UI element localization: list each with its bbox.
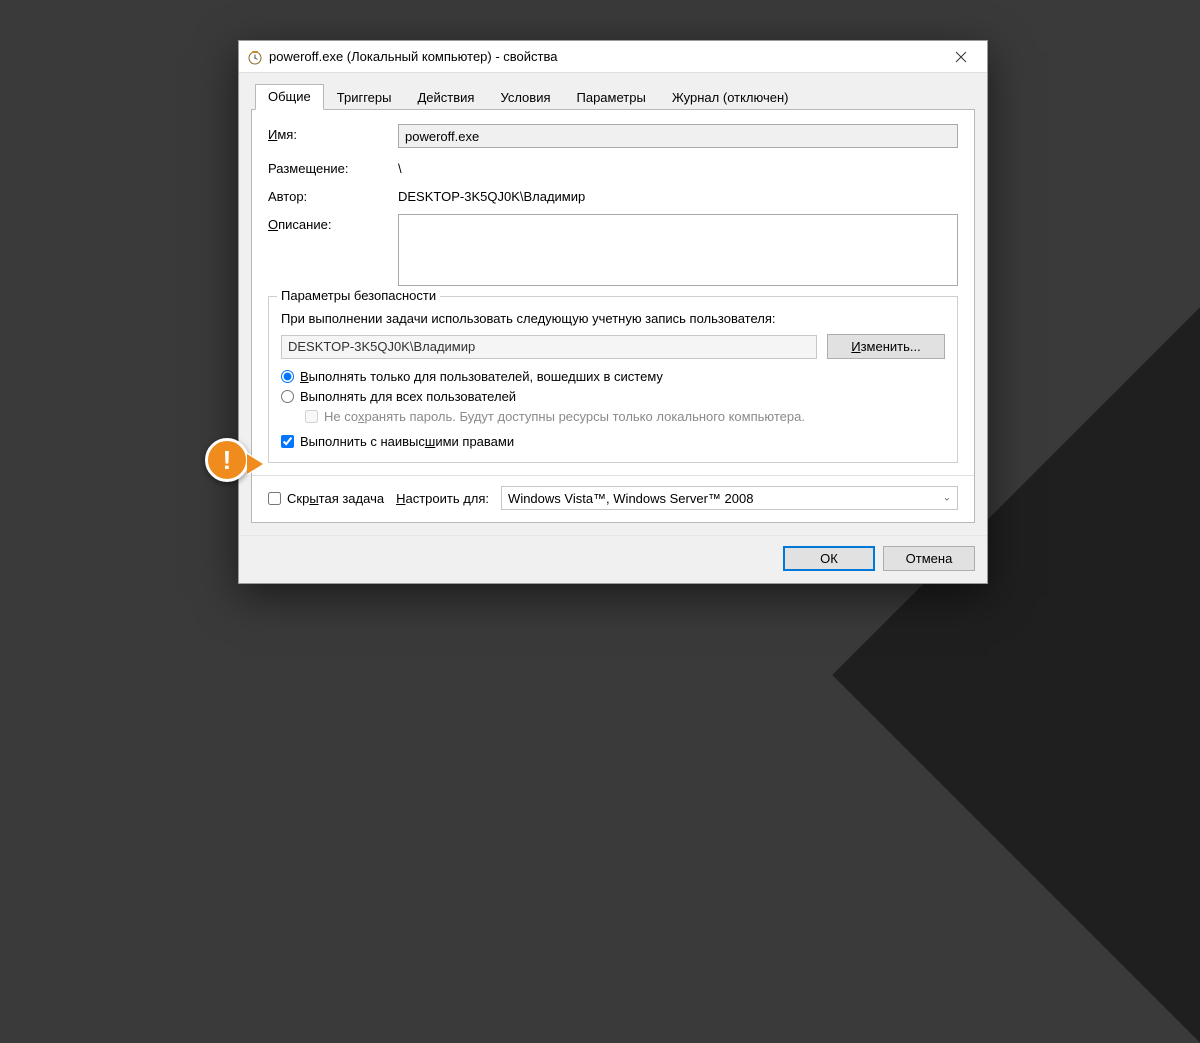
location-value: \	[398, 158, 958, 176]
tab-actions[interactable]: Действия	[404, 85, 487, 110]
security-legend: Параметры безопасности	[277, 288, 440, 303]
close-button[interactable]	[941, 43, 981, 71]
panel-divider	[252, 475, 974, 476]
change-user-button[interactable]: Изменить...	[827, 334, 945, 359]
radio-run-all-users-label: Выполнять для всех пользователей	[300, 389, 516, 404]
tab-general[interactable]: Общие	[255, 84, 324, 110]
radio-run-all-users[interactable]: Выполнять для всех пользователей	[281, 389, 945, 404]
description-label: Описание:	[268, 214, 398, 232]
radio-run-logged-on[interactable]: Выполнять только для пользователей, воше…	[281, 369, 945, 384]
checkbox-highest-privileges-input[interactable]	[281, 435, 294, 448]
configure-for-combobox[interactable]: Windows Vista™, Windows Server™ 2008 ⌄	[501, 486, 958, 510]
security-options-group: Параметры безопасности При выполнении за…	[268, 296, 958, 463]
checkbox-highest-privileges[interactable]: Выполнить с наивысшими правами	[281, 434, 945, 449]
radio-run-logged-on-label: Выполнять только для пользователей, воше…	[300, 369, 663, 384]
task-properties-dialog: poweroff.exe (Локальный компьютер) - сво…	[238, 40, 988, 584]
callout-pointer-icon	[247, 454, 263, 474]
name-input[interactable]	[398, 124, 958, 148]
checkbox-hidden-task-input[interactable]	[268, 492, 281, 505]
client-area: Общие Триггеры Действия Условия Параметр…	[239, 73, 987, 535]
tab-settings[interactable]: Параметры	[564, 85, 659, 110]
tab-panel-general: Имя: Размещение: \ Автор: DESKTOP-3K5QJ0…	[251, 109, 975, 523]
description-textarea[interactable]	[398, 214, 958, 286]
location-label: Размещение:	[268, 158, 398, 176]
dialog-title: poweroff.exe (Локальный компьютер) - сво…	[269, 49, 941, 64]
checkbox-hidden-task[interactable]: Скрытая задача	[268, 491, 384, 506]
configure-for-label: Настроить для:	[396, 491, 489, 506]
author-label: Автор:	[268, 186, 398, 204]
exclamation-icon: !	[205, 438, 249, 482]
checkbox-no-store-password: Не сохранять пароль. Будут доступны ресу…	[305, 409, 945, 424]
dialog-button-bar: ОК Отмена	[239, 535, 987, 583]
security-intro: При выполнении задачи использовать следу…	[281, 311, 945, 326]
ok-button[interactable]: ОК	[783, 546, 875, 571]
titlebar: poweroff.exe (Локальный компьютер) - сво…	[239, 41, 987, 73]
account-input[interactable]	[281, 335, 817, 359]
tab-conditions[interactable]: Условия	[487, 85, 563, 110]
checkbox-hidden-task-label: Скрытая задача	[287, 491, 384, 506]
radio-run-logged-on-input[interactable]	[281, 370, 294, 383]
cancel-button[interactable]: Отмена	[883, 546, 975, 571]
attention-callout: !	[201, 434, 253, 486]
checkbox-no-store-password-label: Не сохранять пароль. Будут доступны ресу…	[324, 409, 805, 424]
close-icon	[955, 51, 967, 63]
checkbox-no-store-password-input	[305, 410, 318, 423]
scheduler-icon	[247, 49, 263, 65]
tab-strip: Общие Триггеры Действия Условия Параметр…	[255, 83, 975, 109]
tab-history[interactable]: Журнал (отключен)	[659, 85, 802, 110]
author-value: DESKTOP-3K5QJ0K\Владимир	[398, 186, 958, 204]
name-label: Имя:	[268, 124, 398, 142]
radio-run-all-users-input[interactable]	[281, 390, 294, 403]
tab-triggers[interactable]: Триггеры	[324, 85, 405, 110]
configure-for-value: Windows Vista™, Windows Server™ 2008	[508, 491, 753, 506]
checkbox-highest-privileges-label: Выполнить с наивысшими правами	[300, 434, 514, 449]
chevron-down-icon: ⌄	[943, 493, 951, 504]
